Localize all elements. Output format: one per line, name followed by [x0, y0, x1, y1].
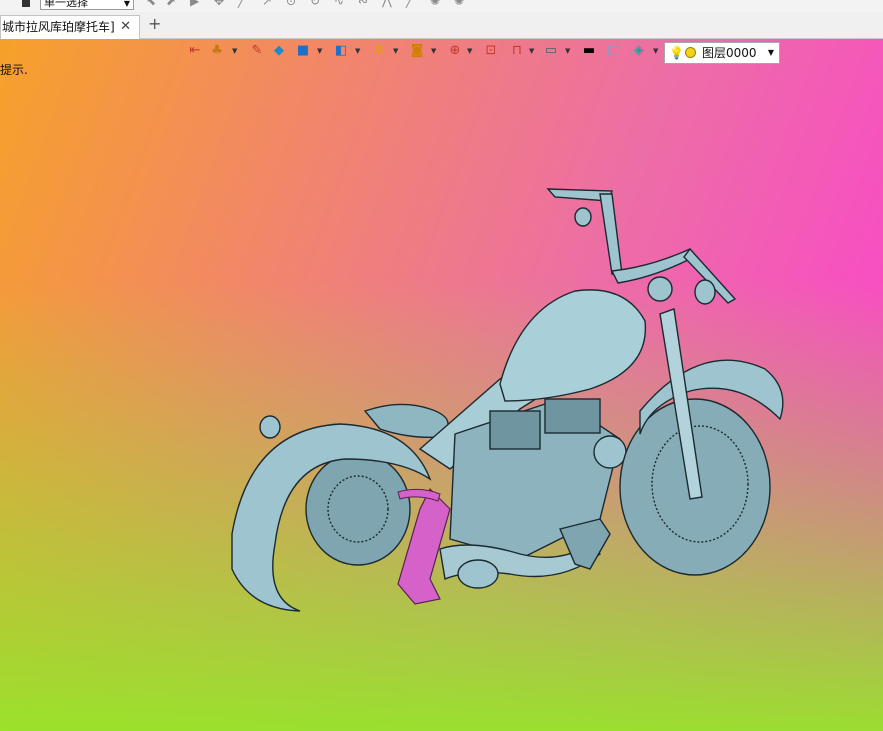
handlebar-riser[interactable] — [599, 193, 623, 275]
select-tool-icon[interactable]: ⬉ — [146, 0, 156, 8]
settings-icon[interactable]: ✺ — [454, 0, 464, 8]
spline-icon[interactable]: ∾ — [358, 0, 368, 8]
top-toolbar: 单一选择 ▼ ⬉ ⬈ ▶ ✥ ╱ ↗ ⊙ ↻ ∿ ∾ ⋀ ╱ ✺ ✺ — [0, 0, 883, 12]
mirror-right[interactable] — [694, 279, 716, 305]
tail-light[interactable] — [259, 415, 281, 439]
cylinder-head-front[interactable] — [544, 398, 601, 434]
diagonal-icon[interactable]: ╱ — [406, 0, 413, 8]
selection-mode-value: 单一选择 — [44, 0, 88, 9]
arrow-icon[interactable]: ↗ — [262, 0, 272, 8]
document-tab-bar: 城市拉风库珀摩托车] ✕ + — [0, 12, 883, 39]
selection-mode-dropdown[interactable]: 单一选择 ▼ — [40, 0, 134, 10]
rear-wheel[interactable] — [305, 452, 411, 566]
rotate-icon[interactable]: ↻ — [310, 0, 320, 8]
close-icon[interactable]: ✕ — [120, 16, 131, 38]
play-icon[interactable]: ▶ — [190, 0, 199, 8]
cylinder-head[interactable] — [489, 410, 541, 450]
stop-icon[interactable] — [22, 0, 30, 7]
tab-document[interactable]: 城市拉风库珀摩托车] ✕ — [0, 15, 140, 39]
curve-icon[interactable]: ∿ — [334, 0, 344, 8]
mirror-left[interactable] — [574, 207, 592, 227]
air-filter[interactable] — [593, 435, 627, 469]
tab-label: 城市拉风库珀摩托车] — [2, 20, 115, 34]
exhaust-tip[interactable] — [457, 559, 499, 589]
plus-icon[interactable]: + — [148, 14, 161, 34]
point-icon[interactable]: ⊙ — [286, 0, 296, 8]
snap-icon[interactable]: ✥ — [214, 0, 224, 8]
pick-tool-icon[interactable]: ⬈ — [166, 0, 176, 8]
fuel-tank[interactable] — [499, 289, 647, 402]
motorcycle-model[interactable] — [0, 39, 883, 731]
gear-icon[interactable]: ✺ — [430, 0, 440, 8]
chevron-down-icon: ▼ — [123, 0, 130, 8]
headlight[interactable] — [647, 276, 673, 302]
line-icon[interactable]: ╱ — [238, 0, 245, 8]
trim-icon[interactable]: ⋀ — [382, 0, 392, 8]
3d-viewport[interactable]: 提示. ⇤ ♣ ▼ ✎ ◆ ■ ▼ ◧ ▼ ✲ ▼ ◙ ▼ ⊕ ▼ ⊡ ⊓ ▼ … — [0, 39, 883, 731]
handlebar-cross[interactable] — [610, 248, 695, 284]
